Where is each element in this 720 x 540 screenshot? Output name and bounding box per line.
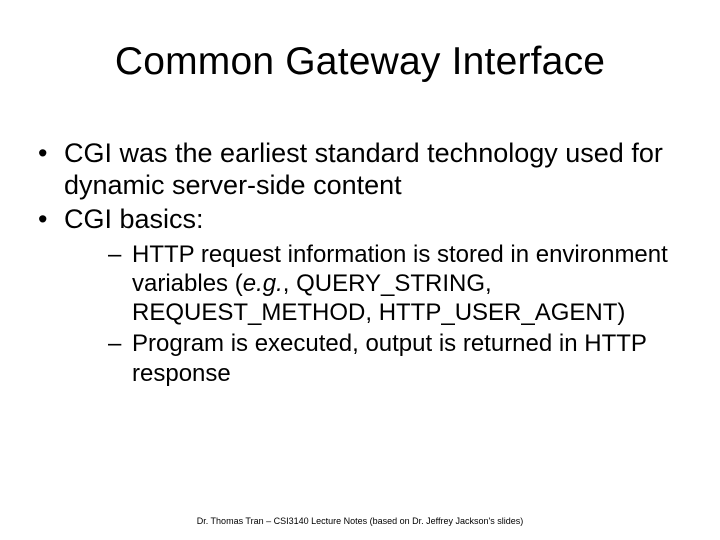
bullet-text: CGI basics: [64, 204, 204, 234]
bullet-item: CGI was the earliest standard technology… [32, 138, 692, 202]
slide-footer: Dr. Thomas Tran – CSI3140 Lecture Notes … [0, 516, 720, 526]
sub-bullet-item: Program is executed, output is returned … [104, 329, 692, 388]
sub-bullet-list: HTTP request information is stored in en… [64, 240, 692, 388]
sub-text-eg: e.g. [243, 270, 283, 297]
bullet-item: CGI basics: HTTP request information is … [32, 204, 692, 388]
slide-title: Common Gateway Interface [28, 40, 692, 84]
sub-bullet-item: HTTP request information is stored in en… [104, 240, 692, 328]
bullet-list: CGI was the earliest standard technology… [28, 138, 692, 388]
